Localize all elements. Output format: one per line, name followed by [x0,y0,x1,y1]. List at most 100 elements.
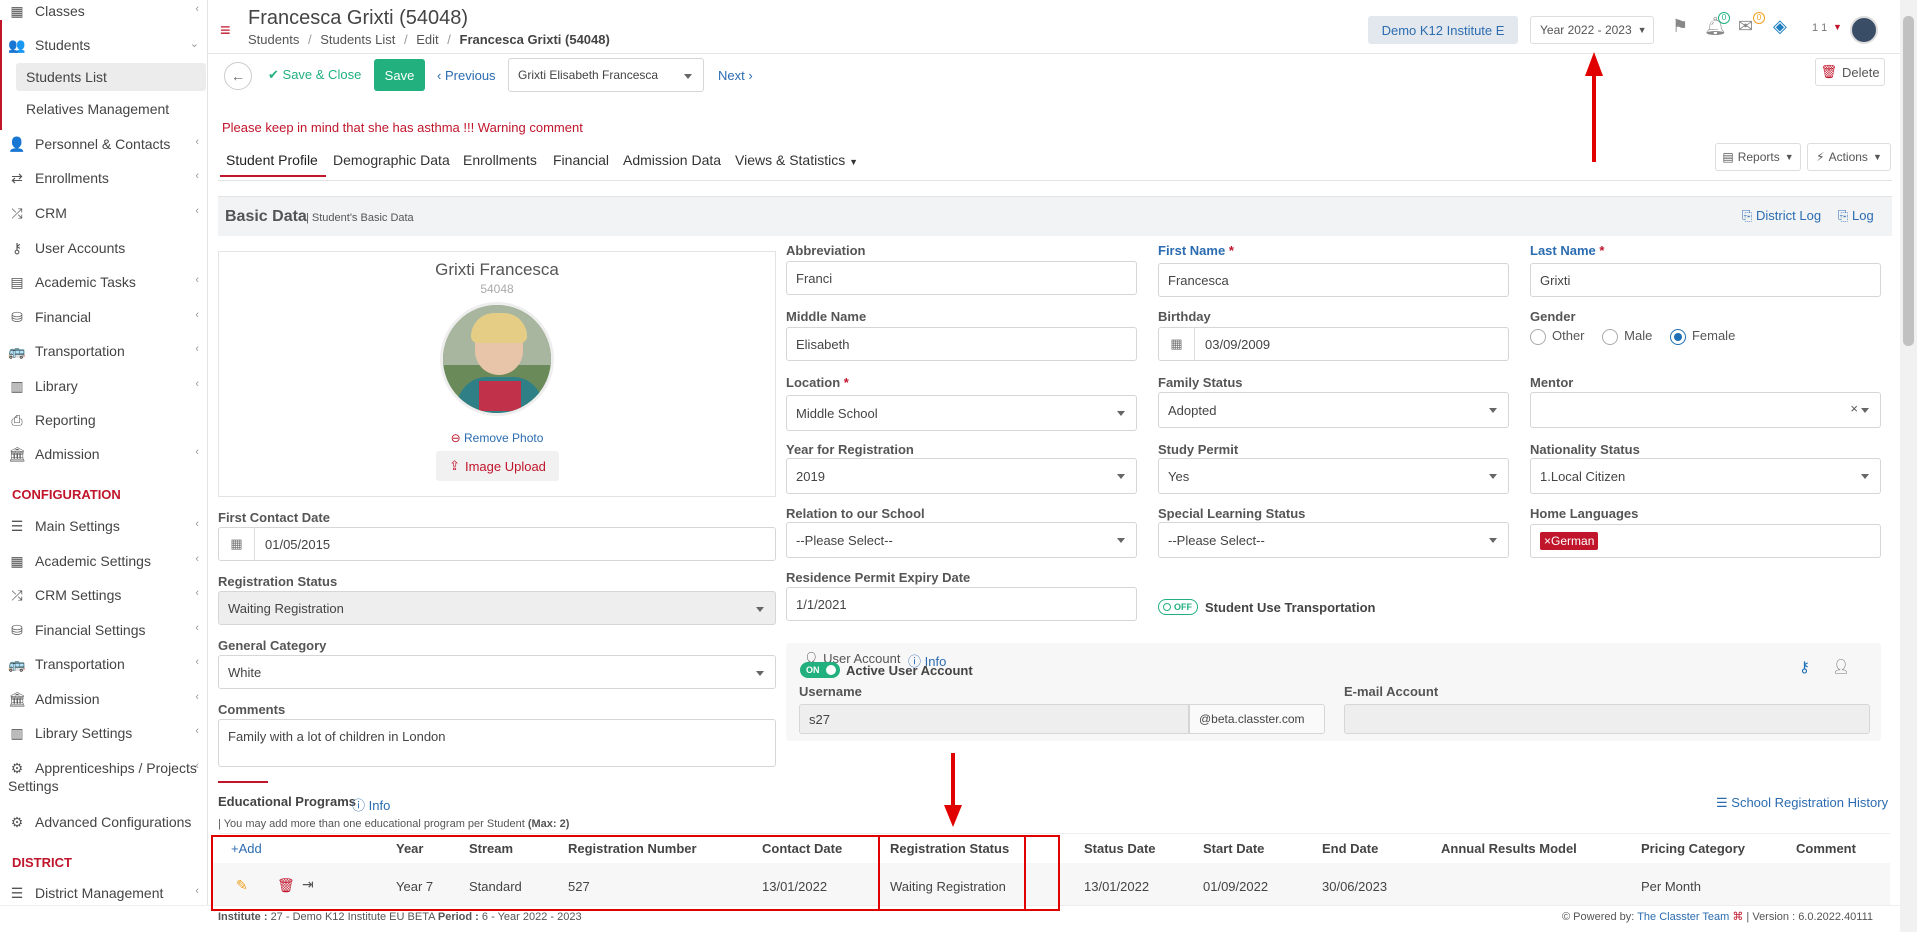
first-contact-input[interactable]: ▦ 01/05/2015 [218,527,776,561]
sidebar-item-financial[interactable]: ⛁ Financial ‹ [0,302,207,332]
family-status-label: Family Status [1158,375,1243,390]
general-category-select[interactable]: White [218,655,776,689]
scrollbar-thumb[interactable] [1903,16,1914,346]
family-status-select[interactable]: Adopted [1158,392,1509,428]
year-selector[interactable]: Year 2022 - 2023 ▼ [1530,16,1654,44]
first-name-input[interactable]: Francesca [1158,263,1509,297]
breadcrumb-students[interactable]: Students [248,32,299,47]
sidebar-item-financial-settings[interactable]: ⛁ Financial Settings ‹ [0,615,207,645]
sidebar-item-crm-settings[interactable]: ⤮ CRM Settings ‹ [0,580,207,610]
sidebar-item-apprenticeships[interactable]: ⚙ Apprenticeships / Projects Settings ‹ [0,753,207,797]
sidebar-item-enrollments[interactable]: ⇄ Enrollments ‹ [0,163,207,193]
sidebar-item-admission-settings[interactable]: 🏛 Admission ‹ [0,684,207,714]
previous-button[interactable]: ‹ Previous [437,68,496,83]
sidebar-item-personnel[interactable]: 👤 Personnel & Contacts ‹ [0,129,207,159]
active-account-toggle[interactable]: ON [800,662,840,678]
save-close-button[interactable]: ✔ Save & Close [268,67,361,83]
institute-button[interactable]: Demo K12 Institute E [1368,16,1518,44]
clear-icon[interactable]: × [1850,401,1858,416]
mentor-select[interactable]: × [1530,392,1881,428]
home-languages-input[interactable]: ×German [1530,524,1881,558]
tab-financial[interactable]: Financial [553,152,609,168]
image-upload-button[interactable]: ⇪ Image Upload [436,451,559,481]
sidebar-item-relatives[interactable]: Relatives Management [16,95,206,123]
nationality-select[interactable]: 1.Local Citizen [1530,458,1881,494]
residence-permit-input[interactable]: 1/1/2021 [786,587,1137,621]
gender-female-radio[interactable]: Female [1669,328,1735,345]
sidebar-item-students-list[interactable]: Students List [16,63,206,91]
save-button[interactable]: Save [374,59,425,91]
sidebar-item-crm[interactable]: ⤮ CRM ‹ [0,198,207,228]
middle-name-input[interactable]: Elisabeth [786,327,1137,361]
mail-icon[interactable]: ✉ [1738,16,1753,37]
key-icon[interactable]: ⚷ [1799,658,1810,676]
gender-other-radio[interactable]: Other [1530,328,1585,345]
back-button[interactable]: ← [224,62,252,90]
next-button[interactable]: Next › [718,68,753,83]
breadcrumb-students-list[interactable]: Students List [320,32,395,47]
sidebar-item-classes[interactable]: ▦ Classes ‹ [0,0,207,26]
actions-button[interactable]: ⚡︎ Actions ▼ [1807,143,1891,171]
classter-team-link[interactable]: The Classter Team [1637,911,1729,923]
sidebar-item-reporting[interactable]: ⎙ Reporting [0,405,207,435]
district-log-link[interactable]: ⎘ District Log [1742,208,1821,224]
chevron-icon: ‹ [195,518,199,530]
sidebar-item-main-settings[interactable]: ☰ Main Settings ‹ [0,511,207,541]
tab-student-profile[interactable]: Student Profile [226,152,318,168]
chevron-icon: ‹ [195,553,199,565]
breadcrumb-edit[interactable]: Edit [416,32,438,47]
layers-icon[interactable]: ◈ [1773,16,1787,37]
gender-male-radio[interactable]: Male [1602,328,1652,345]
sidebar-item-user-accounts[interactable]: ⚷ User Accounts [0,233,207,263]
caret-down-icon[interactable]: ▼ [1833,22,1842,32]
flag-icon[interactable]: ⚑ [1672,16,1688,37]
gender-label: Gender [1530,309,1576,324]
sidebar-item-transportation-settings[interactable]: 🚌 Transportation ‹ [0,649,207,679]
study-permit-select[interactable]: Yes [1158,458,1509,494]
birthday-input[interactable]: ▦ 03/09/2009 [1158,327,1509,361]
sidebar-item-academic-tasks[interactable]: ▤ Academic Tasks ‹ [0,267,207,297]
email-input[interactable] [1344,704,1870,734]
sidebar-item-district-management[interactable]: ☰ District Management ‹ [0,878,207,908]
sidebar-item-library[interactable]: ▥ Library ‹ [0,371,207,401]
bus-icon: 🚌 [8,342,26,359]
tasks-icon: ▤ [10,273,24,290]
sidebar-item-library-settings[interactable]: ▥ Library Settings ‹ [0,718,207,748]
abbreviation-input[interactable]: Franci [786,261,1137,295]
tab-demographic[interactable]: Demographic Data [333,152,450,168]
programs-info-link[interactable]: ⓘ Info [352,795,390,814]
year-registration-select[interactable]: 2019 [786,458,1137,494]
breadcrumb: Students / Students List / Edit / France… [248,32,610,47]
sidebar-item-admission[interactable]: 🏛 Admission ‹ [0,439,207,469]
sidebar-item-academic-settings[interactable]: ▦ Academic Settings ‹ [0,546,207,576]
special-learning-select[interactable]: --Please Select-- [1158,522,1509,558]
reports-button[interactable]: ▤ Reports ▼ [1715,143,1801,171]
last-name-input[interactable]: Grixti [1530,263,1881,297]
tab-enrollments[interactable]: Enrollments [463,152,537,168]
sidebar-item-advanced-config[interactable]: ⚙ Advanced Configurations [0,807,207,837]
scrollbar-track[interactable] [1900,0,1917,932]
tab-views-statistics[interactable]: Views & Statistics ▼ [735,152,858,168]
user-avatar[interactable] [1850,16,1878,44]
location-select[interactable]: Middle School [786,395,1137,431]
hamburger-icon[interactable]: ≡ [220,20,231,41]
user-settings-icon[interactable]: 👤︎ [1832,658,1850,675]
comments-textarea[interactable]: Family with a lot of children in London [218,719,776,767]
footer-powered: © Powered by: The Classter Team ⌘ | Vers… [1562,911,1874,923]
language-tag[interactable]: ×German [1540,532,1599,550]
tab-admission[interactable]: Admission Data [623,152,721,168]
registration-status-select[interactable]: Waiting Registration [218,591,776,625]
sidebar-item-students[interactable]: 👥 Students ⌄ [0,30,207,60]
col-pricing-category: Pricing Category [1641,841,1746,856]
gender-radio-group: Other Male Female [1530,328,1735,345]
transport-toggle[interactable]: OFF [1158,599,1198,615]
remove-photo-button[interactable]: ⊖ Remove Photo [219,431,775,445]
relation-select[interactable]: --Please Select-- [786,522,1137,558]
username-input[interactable]: s27 [799,704,1189,734]
sidebar-item-transportation[interactable]: 🚌 Transportation ‹ [0,336,207,366]
log-link[interactable]: ⎘ Log [1838,208,1874,224]
user-label[interactable]: 1 1 [1812,22,1827,34]
registration-history-link[interactable]: ☰ School Registration History [1716,795,1888,811]
delete-button[interactable]: 🗑︎ Delete [1815,58,1885,86]
student-select[interactable]: Grixti Elisabeth Francesca [508,58,704,92]
